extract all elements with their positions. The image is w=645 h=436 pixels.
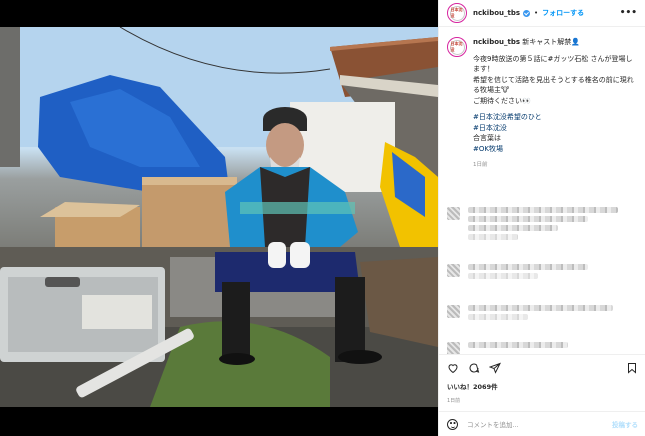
- caption-line-2: 希望を信じて活路を見出そうとする椎名の前に現れる牧場主🐮: [473, 75, 634, 95]
- comment-bar: コメントを追加... 投稿する: [439, 411, 645, 436]
- blurred-line: [468, 305, 613, 311]
- caption-username[interactable]: nckibou_tbs: [473, 38, 520, 46]
- blurred-line: [468, 273, 538, 279]
- post-date: 1日前: [447, 398, 461, 404]
- post-actions: いいね！2069件 1日前: [439, 354, 645, 404]
- caption-avatar[interactable]: 日本沈没: [447, 37, 467, 57]
- blurred-text: [468, 342, 568, 348]
- blurred-comment: [447, 264, 588, 279]
- blurred-line: [468, 314, 528, 320]
- caption-line-3: ご期待ください👀: [473, 96, 531, 105]
- caption-first-line: 新キャスト解禁👤: [522, 38, 580, 46]
- caption-line-1: 今夜9時放送の第５話に#ガッツ石松 さんが登場します！: [473, 54, 633, 74]
- post-photo-scene: [0, 27, 438, 407]
- caption-text: nckibou_tbs 新キャスト解禁👤 今夜9時放送の第５話に#ガッツ石松 さ…: [473, 37, 637, 171]
- more-options-icon[interactable]: •••: [620, 8, 637, 18]
- blurred-comment: [447, 305, 613, 320]
- blurred-line: [468, 225, 558, 231]
- hashtag-2[interactable]: #日本沈没: [473, 123, 637, 134]
- post-comment-button[interactable]: 投稿する: [612, 419, 638, 429]
- caption-time: 1日前: [473, 162, 488, 168]
- blurred-line: [468, 234, 518, 240]
- bottom-letterbox: [0, 407, 438, 436]
- comment-section: 日本沈没 nckibou_tbs 新キャスト解禁👤 今夜9時放送の第５話に#ガッ…: [439, 27, 645, 355]
- blurred-line: [468, 216, 588, 222]
- action-icons: [447, 355, 638, 381]
- follow-button[interactable]: フォローする: [542, 8, 584, 18]
- blurred-comment: [447, 207, 618, 240]
- caption-row: 日本沈没 nckibou_tbs 新キャスト解禁👤 今夜9時放送の第５話に#ガッ…: [447, 37, 637, 171]
- blurred-line: [468, 207, 618, 213]
- blurred-text: [468, 264, 588, 279]
- top-letterbox: [0, 0, 438, 27]
- comment-icon[interactable]: [468, 362, 480, 374]
- verified-icon: [523, 9, 531, 17]
- like-count[interactable]: いいね！2069件: [447, 381, 638, 391]
- caption-avatar-logo: 日本沈没: [449, 39, 465, 55]
- share-icon[interactable]: [489, 362, 501, 374]
- blurred-avatar: [447, 264, 460, 277]
- blurred-avatar: [447, 305, 460, 318]
- hashtag-1[interactable]: #日本沈没希望のひと: [473, 112, 637, 123]
- post-header: 日本沈没 nckibou_tbs • フォローする •••: [439, 0, 645, 27]
- avatar[interactable]: 日本沈没: [447, 3, 467, 23]
- bookmark-icon[interactable]: [626, 362, 638, 374]
- header-username[interactable]: nckibou_tbs: [473, 9, 520, 17]
- comment-input[interactable]: コメントを追加...: [467, 419, 519, 429]
- blurred-avatar: [447, 207, 460, 220]
- blurred-text: [468, 207, 618, 240]
- emoji-icon[interactable]: [447, 418, 458, 430]
- blurred-line: [468, 342, 568, 348]
- blurred-line: [468, 264, 588, 270]
- post-photo[interactable]: [0, 27, 438, 407]
- hashtag-3[interactable]: #OK牧場: [473, 144, 637, 155]
- blurred-text: [468, 305, 613, 320]
- caption-motto: 合言葉は: [473, 134, 501, 142]
- post-side-panel: 日本沈没 nckibou_tbs • フォローする ••• 日本沈没 nckib…: [438, 0, 645, 436]
- avatar-logo: 日本沈没: [449, 5, 465, 21]
- heart-icon[interactable]: [447, 362, 459, 374]
- separator-dot: •: [534, 9, 539, 17]
